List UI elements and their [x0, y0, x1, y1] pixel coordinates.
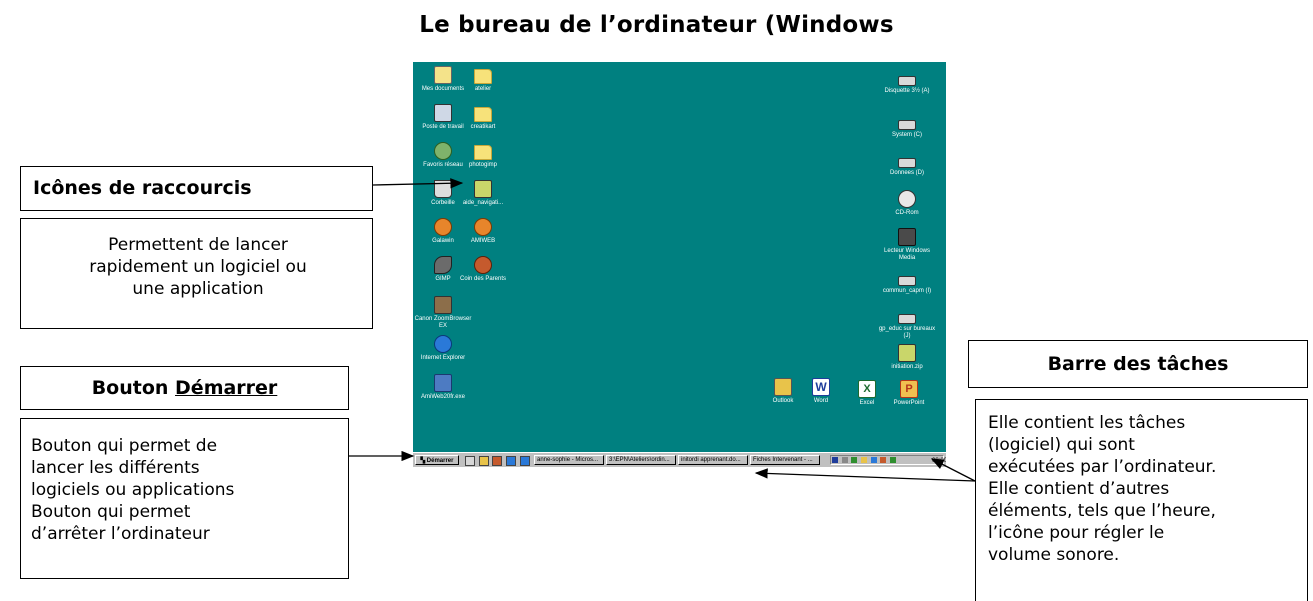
desktop-icon-canon[interactable]: Canon ZoomBrowser EX: [413, 296, 473, 330]
desktop-icon-powerpoint[interactable]: P PowerPoint: [879, 380, 939, 407]
my-documents-icon: [434, 66, 452, 84]
tray-icon[interactable]: [861, 457, 868, 463]
shortcuts-heading-box: Icônes de raccourcis: [20, 166, 373, 211]
desktop-screenshot: Mes documents atelier Poste de travail c…: [413, 62, 946, 467]
canon-icon: [434, 296, 452, 314]
folder-icon: [474, 145, 492, 160]
tray-icon[interactable]: [832, 457, 838, 463]
computer-icon: [434, 104, 452, 122]
desktop-icon-coin-des-parents[interactable]: Coin des Parents: [453, 256, 513, 283]
outlook-icon[interactable]: [478, 456, 489, 466]
desktop-icon[interactable]: [465, 456, 475, 466]
taskbar-heading: Barre des tâches: [1047, 353, 1229, 375]
desktop-icon-gp-educ[interactable]: gp_educ sur bureaux (J): [877, 308, 937, 340]
internet-explorer-icon[interactable]: [519, 456, 530, 466]
folder-icon: [474, 107, 492, 122]
network-drive-icon: [898, 276, 916, 286]
taskbar: ▚ Démarrer anne-sophie - Micros... 3:\EP…: [413, 452, 946, 467]
task-button[interactable]: 3:\EPN\Ateliers\ordin...: [606, 455, 676, 465]
amiweb-icon: [474, 218, 492, 236]
desktop-icon-initiation-zip[interactable]: initiation.zip: [877, 344, 937, 371]
desktop-icon-media-player[interactable]: Lecteur Windows Media: [877, 228, 937, 262]
desktop-icon-internet-explorer[interactable]: Internet Explorer: [413, 335, 473, 362]
desktop-icon-cd-rom[interactable]: CD-Rom: [877, 190, 937, 217]
folder-icon: [474, 69, 492, 84]
hard-drive-icon: [898, 158, 916, 168]
task-button[interactable]: initordi apprenant.do...: [678, 455, 748, 465]
word-icon: W: [812, 378, 830, 396]
windows-logo-icon: ▚: [420, 458, 426, 464]
tray-icon[interactable]: [870, 457, 877, 463]
desktop-icon-floppy[interactable]: Disquette 3½ (A): [877, 70, 937, 95]
desktop-icon-amiweb[interactable]: AMIWEB: [453, 218, 513, 245]
desktop-icon-photogimp[interactable]: photogimp: [453, 142, 513, 169]
taskbar-arrow: [754, 468, 976, 482]
shortcuts-description: Permettent de lancer rapidement un logic…: [89, 235, 307, 299]
start-button-heading-box: Bouton Démarrer: [20, 366, 349, 410]
setup-icon: [434, 374, 452, 392]
taskbar-description: Elle contient les tâches (logiciel) qui …: [988, 413, 1217, 565]
start-button-heading: Bouton Démarrer: [91, 377, 278, 399]
cd-drive-icon: [898, 190, 916, 208]
network-drive-icon: [898, 314, 916, 324]
desktop-icon-aide-navigation[interactable]: aide_navigati...: [453, 180, 513, 207]
volume-icon[interactable]: [841, 457, 848, 463]
desktop-icon-atelier[interactable]: atelier: [453, 66, 513, 93]
internet-explorer-icon: [434, 335, 452, 353]
start-button-text-box: Bouton qui permet de lancer les différen…: [20, 418, 349, 579]
media-icon[interactable]: [492, 456, 503, 466]
taskbar-heading-box: Barre des tâches: [968, 340, 1308, 388]
floppy-drive-icon: [898, 76, 916, 86]
shortcuts-text-box: Permettent de lancer rapidement un logic…: [20, 218, 373, 329]
galawin-icon: [434, 218, 452, 236]
media-player-icon: [898, 228, 916, 246]
outlook-icon: [774, 378, 792, 396]
task-button[interactable]: Fiches Intervenant - ...: [750, 455, 820, 465]
recycle-bin-icon: [434, 180, 452, 198]
quick-launch: [465, 456, 532, 467]
start-button[interactable]: ▚ Démarrer: [415, 455, 459, 465]
browser-icon[interactable]: [506, 456, 517, 466]
tray-icon[interactable]: [851, 457, 858, 463]
archive-icon: [474, 180, 492, 198]
parents-icon: [474, 256, 492, 274]
excel-icon: X: [858, 380, 876, 398]
task-button[interactable]: anne-sophie - Micros...: [534, 455, 604, 465]
desktop-icon-commun-capm[interactable]: commun_capm (I): [877, 270, 937, 295]
clock[interactable]: 09:00: [932, 458, 946, 464]
desktop-icon-system-c[interactable]: System (C): [877, 114, 937, 139]
tray-icon[interactable]: [890, 457, 897, 463]
desktop-icon-creatikart[interactable]: creatikart: [453, 104, 513, 131]
hard-drive-icon: [898, 120, 916, 130]
page-title: Le bureau de l’ordinateur (Windows: [419, 12, 894, 38]
desktop-icon-donnees-d[interactable]: Donnees (D): [877, 152, 937, 177]
powerpoint-icon: P: [900, 380, 918, 398]
system-tray: 09:00: [830, 455, 946, 465]
taskbar-text-box: Elle contient les tâches (logiciel) qui …: [975, 399, 1308, 601]
network-icon: [434, 142, 452, 160]
shortcuts-heading: Icônes de raccourcis: [33, 177, 252, 199]
gimp-icon: [434, 256, 452, 274]
tray-icon[interactable]: [880, 457, 887, 463]
desktop-icon-amiweb-setup[interactable]: AmiWeb20fr.exe: [413, 374, 473, 401]
start-button-description: Bouton qui permet de lancer les différen…: [31, 436, 235, 544]
zip-icon: [898, 344, 916, 362]
